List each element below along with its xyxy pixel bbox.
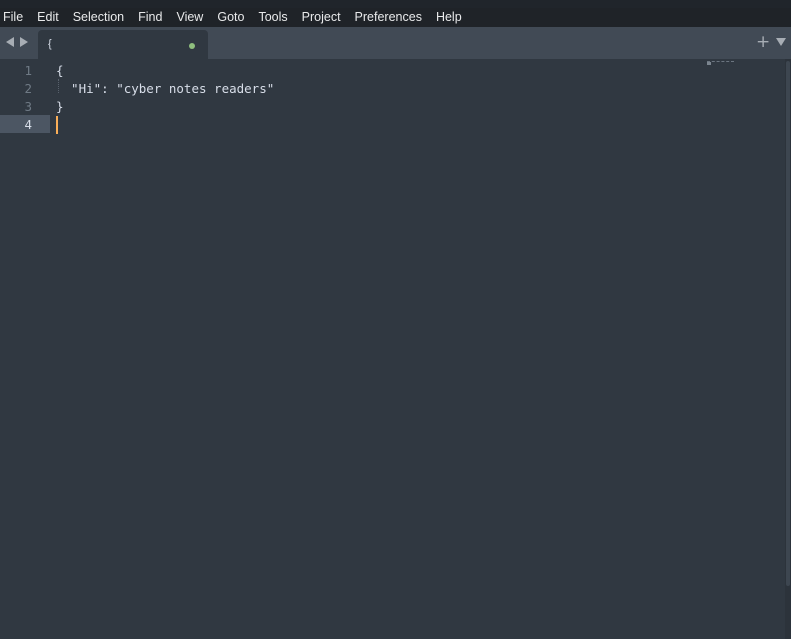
code-line-3[interactable]: } <box>56 98 64 116</box>
menu-help[interactable]: Help <box>436 8 462 27</box>
menu-bar: File Edit Selection Find View Goto Tools… <box>0 8 791 27</box>
menu-selection[interactable]: Selection <box>73 8 124 27</box>
next-tab-icon[interactable] <box>20 37 28 47</box>
tab-untitled[interactable]: { <box>38 30 208 59</box>
line-number-2: 2 <box>24 81 32 96</box>
previous-tab-icon[interactable] <box>6 37 14 47</box>
menu-tools[interactable]: Tools <box>258 8 287 27</box>
text-cursor <box>56 116 58 134</box>
tab-bar: { + <box>0 27 791 59</box>
minimap-viewport[interactable] <box>707 61 734 65</box>
scrollbar-thumb[interactable] <box>786 61 790 586</box>
sublime-text-window: File Edit Selection Find View Goto Tools… <box>0 0 791 639</box>
code-line-1[interactable]: { <box>56 62 64 80</box>
menu-file[interactable]: File <box>3 8 23 27</box>
unsaved-indicator-icon[interactable] <box>189 43 195 49</box>
menu-find[interactable]: Find <box>138 8 162 27</box>
menu-view[interactable]: View <box>176 8 203 27</box>
minimap-content <box>707 62 711 65</box>
line-number-gutter: 1 2 3 4 <box>0 59 50 639</box>
indent-guide <box>58 79 59 93</box>
menu-goto[interactable]: Goto <box>217 8 244 27</box>
menu-edit[interactable]: Edit <box>37 8 59 27</box>
line-number-1: 1 <box>24 63 32 78</box>
line-number-3: 3 <box>24 99 32 114</box>
tab-list-dropdown-icon[interactable] <box>776 38 786 46</box>
tab-title: { <box>48 38 52 50</box>
title-strip <box>0 0 791 8</box>
new-tab-button[interactable]: + <box>756 33 770 51</box>
editor-area[interactable]: 1 2 3 4 { "Hi": "cyber notes readers" } <box>0 59 791 639</box>
line-number-4: 4 <box>24 117 32 132</box>
menu-project[interactable]: Project <box>302 8 341 27</box>
code-line-2[interactable]: "Hi": "cyber notes readers" <box>56 80 274 98</box>
menu-preferences[interactable]: Preferences <box>355 8 422 27</box>
